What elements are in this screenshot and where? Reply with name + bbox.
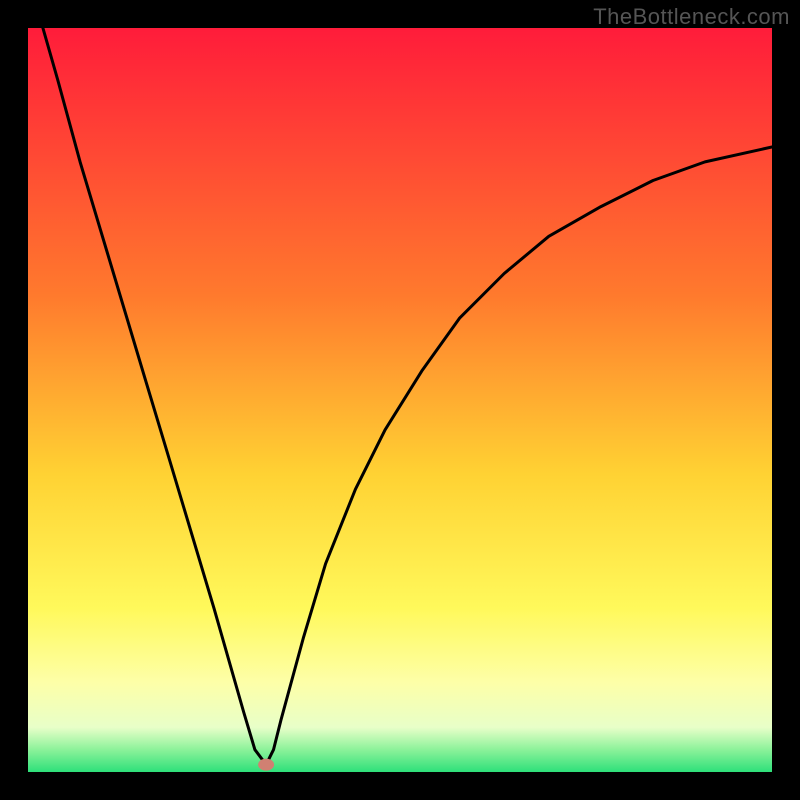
watermark-text: TheBottleneck.com bbox=[593, 4, 790, 30]
chart-svg bbox=[28, 28, 772, 772]
gradient-background bbox=[28, 28, 772, 772]
chart-frame: TheBottleneck.com bbox=[0, 0, 800, 800]
chart-canvas bbox=[28, 28, 772, 772]
minimum-marker bbox=[258, 759, 274, 771]
